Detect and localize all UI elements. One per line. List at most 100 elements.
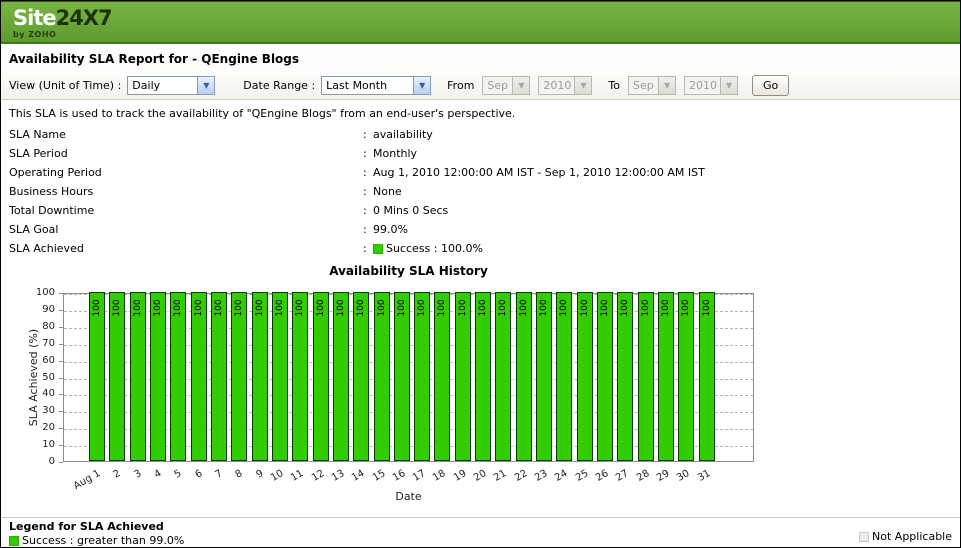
sla-bar: 100 — [678, 292, 694, 461]
legend-success-row: Success : greater than 99.0% — [9, 534, 952, 547]
y-tick-mark — [59, 310, 63, 311]
bar-value-label: 100 — [559, 293, 569, 323]
sla-bar: 100 — [292, 292, 308, 461]
y-tick-label: 20 — [21, 422, 55, 433]
bar-value-label: 100 — [661, 293, 671, 323]
success-swatch — [9, 536, 19, 546]
logo-byline: by ZOHO — [13, 30, 960, 39]
detail-separator: : — [363, 185, 373, 198]
to-label: To — [608, 79, 620, 92]
legend-heading: Legend for SLA Achieved — [9, 520, 952, 533]
to-month-value: Sep — [629, 77, 658, 94]
sla-bar: 100 — [130, 292, 146, 461]
y-tick-label: 10 — [21, 439, 55, 450]
sla-bar: 100 — [394, 292, 410, 461]
detail-row-sla-name: SLA Name : availability — [1, 125, 960, 144]
y-tick-mark — [59, 327, 63, 328]
availability-sla-history-chart: Availability SLA History SLA Achieved (%… — [1, 262, 781, 512]
legend-na-label: Not Applicable — [872, 530, 952, 543]
go-button[interactable]: Go — [752, 75, 789, 96]
sla-bar: 100 — [374, 292, 390, 461]
detail-value: 99.0% — [373, 223, 408, 236]
sla-bar: 100 — [638, 292, 654, 461]
detail-separator: : — [363, 147, 373, 160]
bar-value-label: 100 — [702, 293, 712, 323]
chevron-down-icon: ▼ — [658, 77, 675, 94]
detail-label: Total Downtime — [1, 204, 363, 217]
detail-label: SLA Name — [1, 128, 363, 141]
bar-value-label: 100 — [255, 293, 265, 323]
sla-bar: 100 — [353, 292, 369, 461]
y-tick-mark — [59, 361, 63, 362]
to-year-value: 2010 — [685, 77, 720, 94]
detail-label: Business Hours — [1, 185, 363, 198]
bar-value-label: 100 — [173, 293, 183, 323]
bar-value-label: 100 — [620, 293, 630, 323]
chart-title: Availability SLA History — [63, 264, 754, 278]
y-tick-label: 50 — [21, 372, 55, 383]
bar-value-label: 100 — [397, 293, 407, 323]
to-month-select[interactable]: Sep ▼ — [628, 76, 676, 95]
from-label: From — [447, 79, 474, 92]
bar-value-label: 100 — [316, 293, 326, 323]
bar-value-label: 100 — [214, 293, 224, 323]
page-title: Availability SLA Report for - QEngine Bl… — [1, 46, 960, 71]
sla-bar: 100 — [109, 292, 125, 461]
y-tick-label: 70 — [21, 338, 55, 349]
detail-value: Success : 100.0% — [386, 242, 483, 255]
detail-separator: : — [363, 223, 373, 236]
sla-bar: 100 — [89, 292, 105, 461]
site24x7-logo[interactable]: Site24X7 — [13, 7, 960, 29]
detail-row-sla-period: SLA Period : Monthly — [1, 144, 960, 163]
bar-value-label: 100 — [133, 293, 143, 323]
date-range-value: Last Month — [322, 77, 413, 94]
bar-value-label: 100 — [112, 293, 122, 323]
sla-bar: 100 — [536, 292, 552, 461]
sla-bar: 100 — [333, 292, 349, 461]
bar-value-label: 100 — [194, 293, 204, 323]
detail-value: availability — [373, 128, 433, 141]
y-tick-label: 40 — [21, 388, 55, 399]
detail-row-business-hours: Business Hours : None — [1, 182, 960, 201]
bar-value-label: 100 — [478, 293, 488, 323]
to-year-select[interactable]: 2010 ▼ — [684, 76, 738, 95]
sla-bar: 100 — [252, 292, 268, 461]
legend-success-label: Success : greater than 99.0% — [22, 534, 184, 547]
sla-details: SLA Name : availability SLA Period : Mon… — [1, 125, 960, 258]
date-range-select[interactable]: Last Month ▼ — [321, 76, 431, 95]
sla-bar: 100 — [211, 292, 227, 461]
bar-value-label: 100 — [498, 293, 508, 323]
detail-separator: : — [363, 128, 373, 141]
detail-value: Monthly — [373, 147, 417, 160]
bar-value-label: 100 — [336, 293, 346, 323]
detail-row-sla-achieved: SLA Achieved : Success : 100.0% — [1, 239, 960, 258]
bar-value-label: 100 — [580, 293, 590, 323]
sla-description: This SLA is used to track the availabili… — [9, 107, 515, 120]
from-month-value: Sep — [483, 77, 512, 94]
sla-bar: 100 — [699, 292, 715, 461]
bar-value-label: 100 — [92, 293, 102, 323]
y-tick-label: 60 — [21, 355, 55, 366]
from-year-select[interactable]: 2010 ▼ — [538, 76, 592, 95]
detail-label: SLA Goal — [1, 223, 363, 236]
sla-bar: 100 — [516, 292, 532, 461]
bar-value-label: 100 — [458, 293, 468, 323]
sla-bar: 100 — [658, 292, 674, 461]
success-swatch — [373, 244, 383, 254]
brand-header: Site24X7 by ZOHO — [1, 1, 960, 44]
bar-value-label: 100 — [295, 293, 305, 323]
sla-bar: 100 — [577, 292, 593, 461]
logo-site-text: Site — [13, 6, 56, 30]
detail-row-sla-goal: SLA Goal : 99.0% — [1, 220, 960, 239]
from-month-select[interactable]: Sep ▼ — [482, 76, 530, 95]
detail-label: SLA Period — [1, 147, 363, 160]
detail-separator: : — [363, 204, 373, 217]
sla-bar: 100 — [597, 292, 613, 461]
legend-na-row: Not Applicable — [859, 530, 952, 543]
detail-label: SLA Achieved — [1, 242, 363, 255]
chevron-down-icon: ▼ — [197, 77, 214, 94]
sla-bar: 100 — [455, 292, 471, 461]
logo-24x7-text: 24X7 — [56, 6, 112, 30]
view-unit-select[interactable]: Daily ▼ — [127, 76, 215, 95]
sla-bar: 100 — [617, 292, 633, 461]
